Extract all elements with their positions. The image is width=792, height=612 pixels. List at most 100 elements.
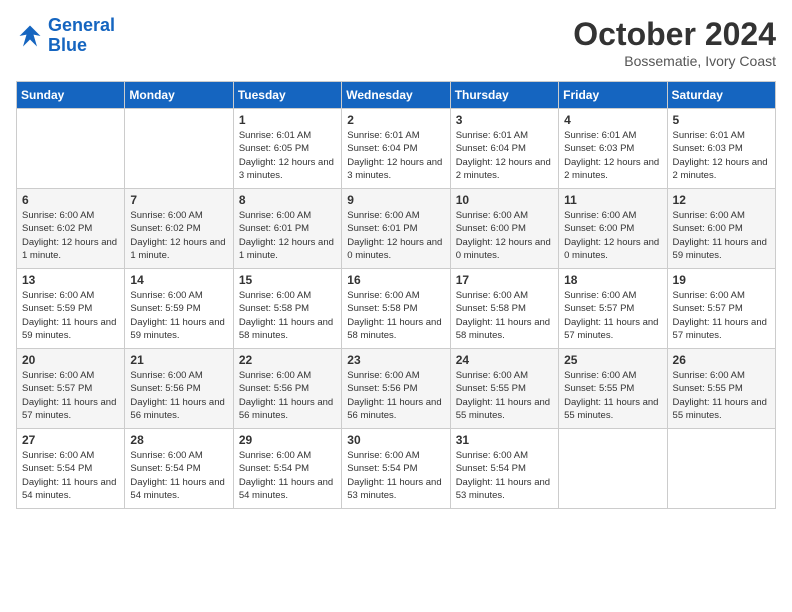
calendar-cell: 14Sunrise: 6:00 AMSunset: 5:59 PMDayligh… [125, 269, 233, 349]
day-detail: Sunrise: 6:00 AMSunset: 5:58 PMDaylight:… [239, 289, 336, 342]
day-detail: Sunrise: 6:00 AMSunset: 6:00 PMDaylight:… [564, 209, 661, 262]
day-number: 30 [347, 433, 444, 447]
day-number: 18 [564, 273, 661, 287]
calendar-week-row: 6 Sunrise: 6:00 AMSunset: 6:02 PMDaylight… [17, 189, 776, 269]
calendar-cell [125, 109, 233, 189]
day-detail: Sunrise: 6:01 AMSunset: 6:03 PMDaylight:… [564, 129, 661, 182]
calendar-cell: 18Sunrise: 6:00 AMSunset: 5:57 PMDayligh… [559, 269, 667, 349]
day-detail: Sunrise: 6:00 AMSunset: 6:02 PMDaylight:… [22, 209, 119, 262]
day-number: 4 [564, 113, 661, 127]
day-detail: Sunrise: 6:00 AMSunset: 5:57 PMDaylight:… [673, 289, 770, 342]
calendar-cell: 5 Sunrise: 6:01 AMSunset: 6:03 PMDaylight… [667, 109, 775, 189]
day-number: 8 [239, 193, 336, 207]
day-number: 21 [130, 353, 227, 367]
calendar-cell: 10 Sunrise: 6:00 AMSunset: 6:00 PMDayligh… [450, 189, 558, 269]
day-number: 10 [456, 193, 553, 207]
day-number: 17 [456, 273, 553, 287]
day-number: 6 [22, 193, 119, 207]
calendar-cell: 13 Sunrise: 6:00 AMSunset: 5:59 PMDayligh… [17, 269, 125, 349]
day-number: 7 [130, 193, 227, 207]
calendar-cell: 16 Sunrise: 6:00 AMSunset: 5:58 PMDayligh… [342, 269, 450, 349]
day-number: 14 [130, 273, 227, 287]
day-number: 2 [347, 113, 444, 127]
weekday-header-row: SundayMondayTuesdayWednesdayThursdayFrid… [17, 82, 776, 109]
calendar-cell: 4 Sunrise: 6:01 AMSunset: 6:03 PMDaylight… [559, 109, 667, 189]
calendar-cell: 7Sunrise: 6:00 AMSunset: 6:02 PMDaylight… [125, 189, 233, 269]
day-detail: Sunrise: 6:00 AMSunset: 5:54 PMDaylight:… [22, 449, 119, 502]
day-number: 13 [22, 273, 119, 287]
day-detail: Sunrise: 6:00 AMSunset: 6:00 PMDaylight:… [456, 209, 553, 262]
day-detail: Sunrise: 6:00 AMSunset: 5:54 PMDaylight:… [130, 449, 227, 502]
calendar-cell: 23Sunrise: 6:00 AMSunset: 5:56 PMDayligh… [342, 349, 450, 429]
day-detail: Sunrise: 6:00 AMSunset: 5:55 PMDaylight:… [564, 369, 661, 422]
weekday-header: Wednesday [342, 82, 450, 109]
day-detail: Sunrise: 6:00 AMSunset: 5:54 PMDaylight:… [347, 449, 444, 502]
day-number: 16 [347, 273, 444, 287]
calendar-cell: 15 Sunrise: 6:00 AMSunset: 5:58 PMDayligh… [233, 269, 341, 349]
day-detail: Sunrise: 6:00 AMSunset: 5:54 PMDaylight:… [456, 449, 553, 502]
calendar-cell: 27 Sunrise: 6:00 AMSunset: 5:54 PMDayligh… [17, 429, 125, 509]
day-detail: Sunrise: 6:01 AMSunset: 6:04 PMDaylight:… [347, 129, 444, 182]
day-number: 20 [22, 353, 119, 367]
weekday-header: Monday [125, 82, 233, 109]
weekday-header: Friday [559, 82, 667, 109]
day-number: 5 [673, 113, 770, 127]
day-detail: Sunrise: 6:00 AMSunset: 5:57 PMDaylight:… [22, 369, 119, 422]
day-detail: Sunrise: 6:00 AMSunset: 5:58 PMDaylight:… [347, 289, 444, 342]
day-number: 15 [239, 273, 336, 287]
logo: General Blue [16, 16, 115, 56]
calendar-cell: 20 Sunrise: 6:00 AMSunset: 5:57 PMDayligh… [17, 349, 125, 429]
day-detail: Sunrise: 6:01 AMSunset: 6:03 PMDaylight:… [673, 129, 770, 182]
weekday-header: Tuesday [233, 82, 341, 109]
calendar-week-row: 27 Sunrise: 6:00 AMSunset: 5:54 PMDayligh… [17, 429, 776, 509]
day-number: 27 [22, 433, 119, 447]
calendar-cell: 12 Sunrise: 6:00 AMSunset: 6:00 PMDayligh… [667, 189, 775, 269]
calendar-week-row: 13 Sunrise: 6:00 AMSunset: 5:59 PMDayligh… [17, 269, 776, 349]
page-header: General Blue October 2024 Bossematie, Iv… [16, 16, 776, 69]
calendar-cell: 3 Sunrise: 6:01 AMSunset: 6:04 PMDaylight… [450, 109, 558, 189]
calendar-cell [667, 429, 775, 509]
day-detail: Sunrise: 6:00 AMSunset: 5:54 PMDaylight:… [239, 449, 336, 502]
day-number: 26 [673, 353, 770, 367]
day-detail: Sunrise: 6:00 AMSunset: 6:01 PMDaylight:… [239, 209, 336, 262]
day-detail: Sunrise: 6:00 AMSunset: 6:00 PMDaylight:… [673, 209, 770, 262]
day-number: 3 [456, 113, 553, 127]
calendar-cell: 24 Sunrise: 6:00 AMSunset: 5:55 PMDayligh… [450, 349, 558, 429]
day-number: 29 [239, 433, 336, 447]
day-number: 25 [564, 353, 661, 367]
calendar-cell: 28 Sunrise: 6:00 AMSunset: 5:54 PMDayligh… [125, 429, 233, 509]
calendar-cell [17, 109, 125, 189]
day-number: 1 [239, 113, 336, 127]
calendar-table: SundayMondayTuesdayWednesdayThursdayFrid… [16, 81, 776, 509]
day-number: 28 [130, 433, 227, 447]
calendar-cell: 26 Sunrise: 6:00 AMSunset: 5:55 PMDayligh… [667, 349, 775, 429]
calendar-cell: 25 Sunrise: 6:00 AMSunset: 5:55 PMDayligh… [559, 349, 667, 429]
day-number: 24 [456, 353, 553, 367]
day-detail: Sunrise: 6:00 AMSunset: 6:01 PMDaylight:… [347, 209, 444, 262]
day-detail: Sunrise: 6:00 AMSunset: 5:58 PMDaylight:… [456, 289, 553, 342]
calendar-cell: 29 Sunrise: 6:00 AMSunset: 5:54 PMDayligh… [233, 429, 341, 509]
calendar-cell: 8 Sunrise: 6:00 AMSunset: 6:01 PMDaylight… [233, 189, 341, 269]
day-number: 12 [673, 193, 770, 207]
logo-text: General Blue [48, 16, 115, 56]
calendar-cell: 17 Sunrise: 6:00 AMSunset: 5:58 PMDayligh… [450, 269, 558, 349]
day-detail: Sunrise: 6:00 AMSunset: 5:56 PMDaylight:… [130, 369, 227, 422]
weekday-header: Sunday [17, 82, 125, 109]
calendar-week-row: 1 Sunrise: 6:01 AMSunset: 6:05 PMDaylight… [17, 109, 776, 189]
location-subtitle: Bossematie, Ivory Coast [573, 53, 776, 69]
title-block: October 2024 Bossematie, Ivory Coast [573, 16, 776, 69]
logo-icon [16, 22, 44, 50]
calendar-cell: 11 Sunrise: 6:00 AMSunset: 6:00 PMDayligh… [559, 189, 667, 269]
calendar-cell: 1 Sunrise: 6:01 AMSunset: 6:05 PMDaylight… [233, 109, 341, 189]
day-detail: Sunrise: 6:00 AMSunset: 5:55 PMDaylight:… [456, 369, 553, 422]
day-number: 31 [456, 433, 553, 447]
day-number: 22 [239, 353, 336, 367]
calendar-cell: 19Sunrise: 6:00 AMSunset: 5:57 PMDayligh… [667, 269, 775, 349]
day-number: 11 [564, 193, 661, 207]
day-detail: Sunrise: 6:01 AMSunset: 6:05 PMDaylight:… [239, 129, 336, 182]
day-detail: Sunrise: 6:00 AMSunset: 5:59 PMDaylight:… [22, 289, 119, 342]
day-detail: Sunrise: 6:00 AMSunset: 5:55 PMDaylight:… [673, 369, 770, 422]
weekday-header: Saturday [667, 82, 775, 109]
day-detail: Sunrise: 6:01 AMSunset: 6:04 PMDaylight:… [456, 129, 553, 182]
calendar-cell: 2 Sunrise: 6:01 AMSunset: 6:04 PMDaylight… [342, 109, 450, 189]
